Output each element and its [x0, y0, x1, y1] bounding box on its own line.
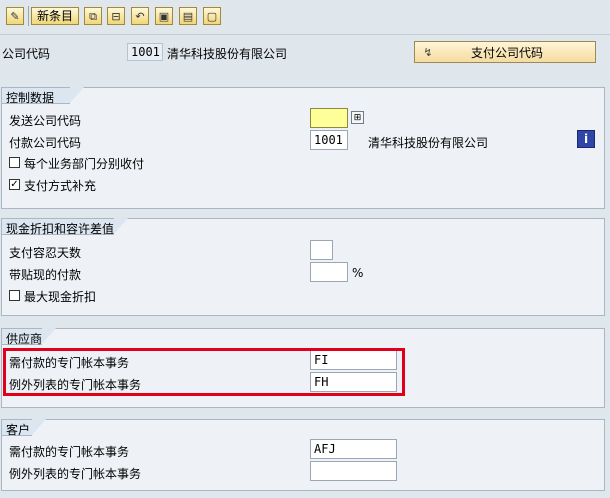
delete-icon[interactable]: ⊟	[107, 7, 125, 25]
value-help-icon[interactable]: ⊞	[351, 111, 364, 124]
select-all-icon[interactable]: ▣	[155, 7, 173, 25]
grace-days-label: 支付容忍天数	[9, 246, 82, 260]
sending-company-code-input[interactable]	[310, 108, 348, 128]
paying-company-code-input[interactable]: 1001	[310, 130, 348, 150]
company-code-value: 1001	[127, 43, 163, 61]
toolbar-separator	[28, 6, 29, 26]
customer-sgl-exception-label: 例外列表的专门帐本事务	[9, 467, 142, 481]
select-block-icon[interactable]: ▤	[179, 7, 197, 25]
paying-company-code-label: 付款公司代码	[9, 136, 82, 150]
change-icon: ↯	[423, 45, 433, 59]
payment-method-supplement-label: 支付方式补充	[24, 179, 97, 193]
payment-method-supplement-checkbox[interactable]: ✓	[9, 179, 20, 190]
discount-payment-input[interactable]	[310, 262, 348, 282]
info-icon[interactable]: i	[577, 130, 595, 148]
company-code-label: 公司代码	[2, 47, 51, 61]
percent-sign: %	[352, 266, 364, 280]
customer-sgl-exception-input[interactable]	[310, 461, 397, 481]
paying-company-code-button-label: 支付公司代码	[470, 45, 543, 60]
section-title-cash-discount: 现金折扣和容许差值	[2, 218, 128, 236]
undo-icon[interactable]: ↶	[131, 7, 149, 25]
company-name: 清华科技股份有限公司	[167, 47, 288, 61]
discount-payment-label: 带贴现的付款	[9, 268, 82, 282]
copy-icon[interactable]: ⧉	[84, 7, 102, 25]
edit-icon[interactable]: ✎	[6, 7, 24, 25]
section-title-customer: 客户	[2, 419, 46, 437]
max-cash-discount-label: 最大现金折扣	[24, 290, 97, 304]
section-title-vendor: 供应商	[2, 328, 56, 346]
section-title-control-data: 控制数据	[2, 87, 84, 105]
deselect-all-icon[interactable]: ▢	[203, 7, 221, 25]
grace-days-input[interactable]	[310, 240, 333, 260]
application-toolbar: ✎ 新条目 ⧉ ⊟ ↶ ▣ ▤ ▢	[0, 0, 610, 35]
highlight-box	[3, 348, 405, 396]
customer-sgl-payment-label: 需付款的专门帐本事务	[9, 445, 130, 459]
paying-company-code-button[interactable]: ↯ 支付公司代码	[414, 41, 596, 63]
customer-sgl-payment-input[interactable]: AFJ	[310, 439, 397, 459]
max-cash-discount-checkbox[interactable]	[9, 290, 20, 301]
new-entries-button[interactable]: 新条目	[31, 7, 79, 25]
separate-payment-label: 每个业务部门分别收付	[24, 157, 145, 171]
sending-company-code-label: 发送公司代码	[9, 114, 82, 128]
separate-payment-checkbox[interactable]	[9, 157, 20, 168]
paying-company-name: 清华科技股份有限公司	[368, 136, 489, 150]
